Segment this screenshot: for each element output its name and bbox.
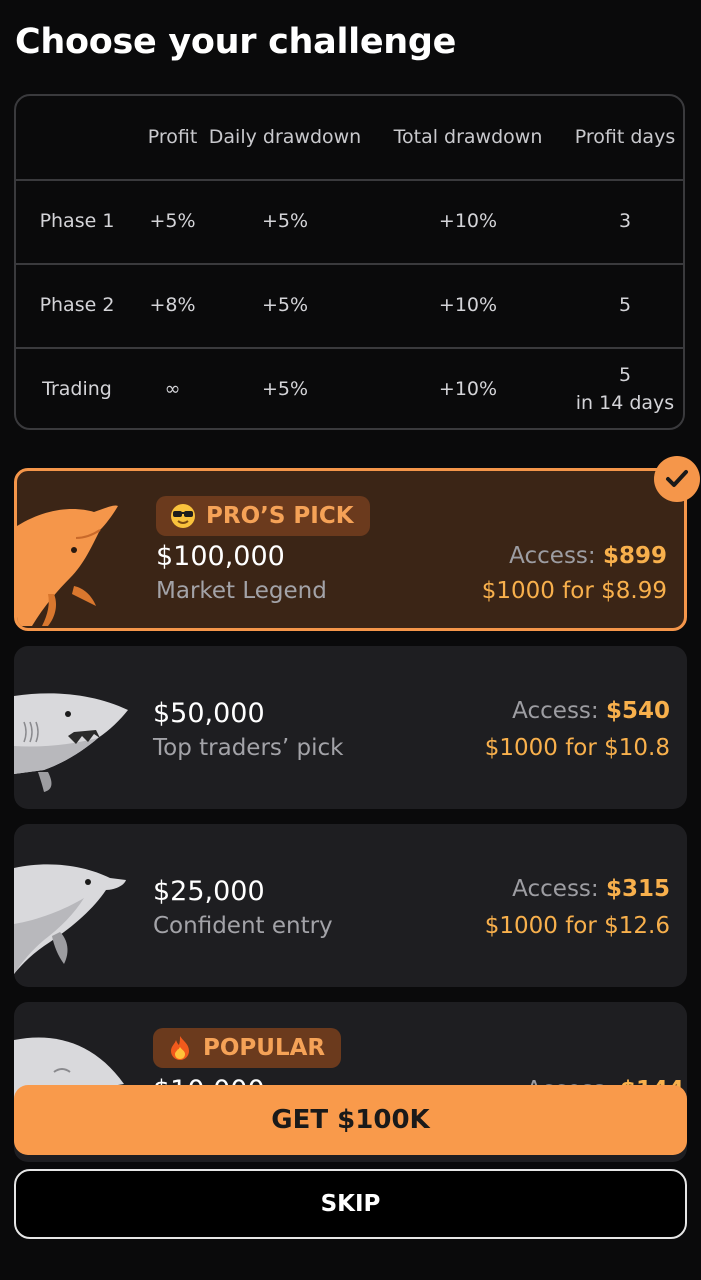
- profit-value: ∞: [164, 378, 181, 401]
- access-price: Access: $899: [509, 543, 667, 569]
- profit-days-note: in 14 days: [575, 392, 675, 414]
- badge-label: PRO’S PICK: [206, 503, 354, 529]
- table-header-row: Profit Daily drawdown Total drawdown Pro…: [16, 96, 683, 180]
- daily-drawdown-value: +5%: [261, 294, 309, 317]
- plan-amount: $50,000: [153, 698, 265, 729]
- plan-card-100k[interactable]: PRO’S PICK $100,000 Market Legend Access…: [14, 468, 687, 631]
- fire-emoji-icon: [171, 1036, 189, 1060]
- price-per-1000: $1000 for $10.8: [484, 735, 670, 761]
- price-per-1000: $1000 for $12.6: [484, 913, 670, 939]
- row-label: Phase 1: [39, 210, 115, 233]
- daily-drawdown-value: +5%: [261, 378, 309, 401]
- plan-amount: $25,000: [153, 876, 265, 907]
- skip-button[interactable]: SKIP: [14, 1169, 687, 1239]
- profit-days-value: 5: [618, 364, 632, 387]
- whale-icon: [17, 505, 118, 626]
- row-label: Phase 2: [39, 294, 115, 317]
- total-drawdown-value: +10%: [438, 294, 498, 317]
- table-row: Phase 1 +5% +5% +10% 3: [16, 179, 683, 263]
- row-label: Trading: [42, 378, 112, 401]
- profit-value: +5%: [149, 210, 196, 233]
- total-drawdown-value: +10%: [438, 378, 498, 401]
- table-row: Phase 2 +8% +5% +10% 5: [16, 263, 683, 347]
- dolphin-icon: [14, 864, 126, 974]
- get-challenge-button[interactable]: GET $100K: [14, 1085, 687, 1155]
- header-profit: Profit: [147, 126, 198, 149]
- header-profit-days: Profit days: [574, 126, 676, 149]
- price-per-1000: $1000 for $8.99: [481, 578, 667, 604]
- daily-drawdown-value: +5%: [261, 210, 309, 233]
- plan-name: Confident entry: [153, 913, 333, 939]
- shark-icon: [14, 693, 128, 792]
- selected-check-icon: [654, 456, 700, 502]
- access-price: Access: $540: [512, 698, 670, 724]
- rules-table: Profit Daily drawdown Total drawdown Pro…: [14, 94, 685, 430]
- header-daily-drawdown: Daily drawdown: [208, 126, 362, 149]
- badge-pros-pick: PRO’S PICK: [156, 496, 370, 536]
- plan-card-50k[interactable]: $50,000 Top traders’ pick Access: $540 $…: [14, 646, 687, 809]
- profit-days-value: 5: [618, 294, 632, 317]
- table-row: Trading ∞ +5% +10% 5 in 14 days: [16, 347, 683, 428]
- plan-card-25k[interactable]: $25,000 Confident entry Access: $315 $10…: [14, 824, 687, 987]
- plan-amount: $100,000: [156, 541, 285, 572]
- profit-value: +8%: [149, 294, 196, 317]
- header-total-drawdown: Total drawdown: [393, 126, 543, 149]
- profit-days-value: 3: [618, 210, 632, 233]
- sunglasses-emoji-icon: [171, 504, 195, 528]
- badge-popular: POPULAR: [153, 1028, 342, 1068]
- plan-name: Top traders’ pick: [153, 735, 344, 761]
- access-price: Access: $315: [512, 876, 670, 902]
- page-title: Choose your challenge: [15, 22, 457, 62]
- plan-name: Market Legend: [156, 578, 327, 604]
- total-drawdown-value: +10%: [438, 210, 498, 233]
- badge-label: POPULAR: [203, 1035, 326, 1061]
- profit-days-cell: 5 in 14 days: [566, 349, 683, 428]
